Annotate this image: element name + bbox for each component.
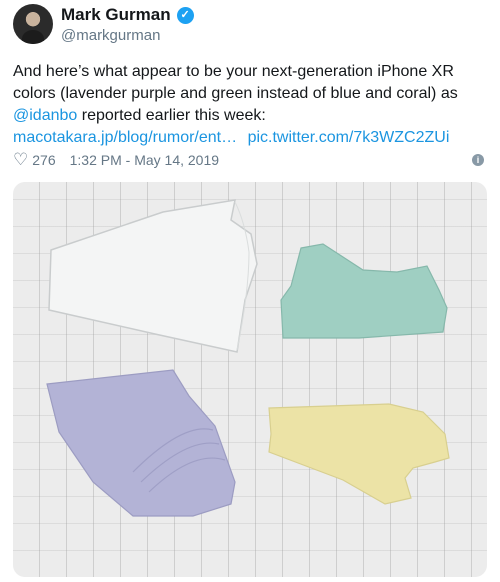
green-glass-piece [280,243,448,339]
author-name[interactable]: Mark Gurman [61,5,171,25]
pic-link[interactable]: pic.twitter.com/7k3WZC2ZUi [248,129,450,146]
photo-illustration [46,199,450,517]
tweet-photo[interactable] [13,182,487,577]
clear-glass-piece [48,199,258,353]
tweet-meta: ♡ 276 1:32 PM - May 14, 2019 [13,150,219,170]
info-icon[interactable]: i [472,154,484,166]
tweet-text-part1: And here’s what appear to be your next-g… [13,63,458,102]
tweet-text: And here’s what appear to be your next-g… [13,61,488,127]
mention-link[interactable]: @idanbo [13,107,77,124]
tweet-text-part2: reported earlier this week: [77,107,266,124]
heart-icon[interactable]: ♡ [13,150,28,170]
article-link[interactable]: macotakara.jp/blog/rumor/ent… [13,129,237,146]
yellow-glass-piece [268,403,450,505]
verified-badge-icon: ✓ [176,6,194,24]
like-count: 276 [32,152,56,168]
timestamp[interactable]: 1:32 PM - May 14, 2019 [70,152,219,168]
tweet-links: macotakara.jp/blog/rumor/ent… pic.twitte… [13,127,449,149]
author-avatar[interactable] [13,4,53,44]
author-name-row: Mark Gurman ✓ [61,5,194,25]
author-handle[interactable]: @markgurman [61,27,160,44]
